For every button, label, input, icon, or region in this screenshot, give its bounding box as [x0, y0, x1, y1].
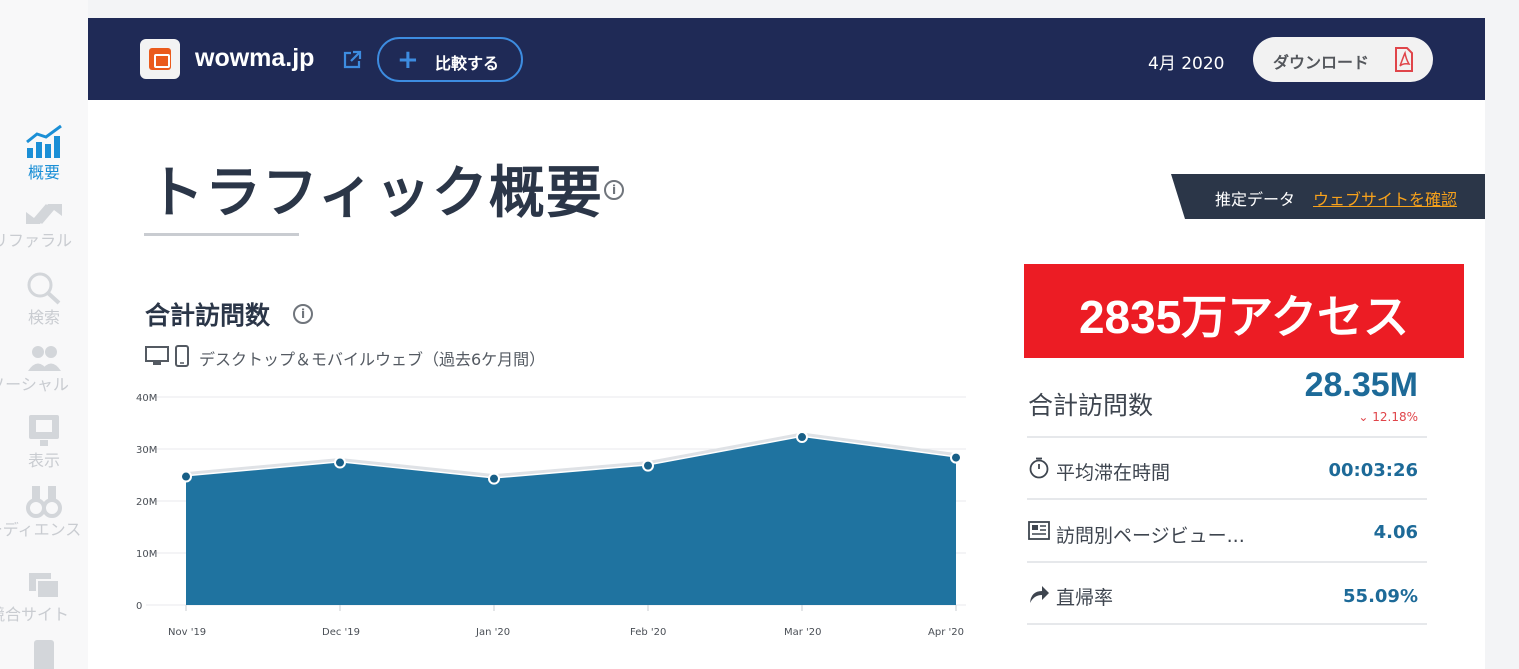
kpi-banner: 2835万アクセス [1024, 264, 1464, 358]
kpi-banner-text: 2835万アクセス [1078, 291, 1410, 343]
device-label: デスクトップ＆モバイルウェブ（過去6ケ月間） [199, 350, 546, 369]
data-point[interactable] [488, 472, 500, 485]
pdf-icon [1395, 47, 1413, 72]
y-tick-label: 0 [136, 601, 142, 612]
sidebar-item-referrals[interactable]: リファラル [0, 200, 88, 250]
date-label: 4月 2020 [1148, 54, 1225, 74]
mobile-phone-icon [175, 345, 189, 367]
download-button-label: ダウンロード [1273, 53, 1370, 72]
referral-arrows-icon [26, 204, 62, 224]
sidebar-item-label: リファラル [0, 232, 72, 250]
y-tick-label: 40M [136, 393, 157, 404]
y-tick-label: 20M [136, 497, 157, 508]
total-visits-value: 28.35M [1304, 366, 1418, 404]
data-point[interactable] [180, 470, 192, 483]
competitors-icon [29, 573, 60, 599]
estimate-banner: 推定データ ウェブサイトを確認 [1171, 174, 1485, 219]
bounce-rate-value: 55.09% [1343, 586, 1418, 607]
title-underline [144, 233, 299, 236]
x-tick-label: Apr '20 [928, 627, 964, 638]
sidebar-item-label: 概要 [27, 164, 60, 182]
x-tick-label: Nov '19 [168, 627, 206, 638]
x-tick-label: Feb '20 [630, 627, 666, 638]
sidebar-item-label: 表示 [27, 452, 60, 470]
pages-per-visit-label: 訪問別ページビュー... [1056, 525, 1245, 547]
y-tick-label: 10M [136, 549, 157, 560]
sidebar-item-label: 競合サイト [0, 606, 69, 624]
top-bar: wowma.jp + 比較する 4月 2020 ダウンロード [88, 18, 1485, 100]
stopwatch-icon [1029, 457, 1049, 479]
compare-button[interactable]: + 比較する [377, 37, 523, 82]
data-point[interactable] [642, 459, 654, 472]
verify-website-link[interactable]: ウェブサイトを確認 [1313, 186, 1457, 210]
data-point[interactable] [796, 431, 808, 444]
sidebar-item-audience[interactable]: オーディエンス [0, 484, 88, 538]
sidebar-item-label: ソーシャル [0, 376, 69, 394]
y-tick-label: 30M [136, 445, 157, 456]
x-tick-label: Dec '19 [322, 627, 360, 638]
page-title: トラフィック概要 [148, 161, 603, 226]
sidebar-item-social[interactable]: ソーシャル [0, 344, 88, 394]
sidebar-item-competitors[interactable]: 競合サイト [0, 570, 88, 624]
pageviews-icon [1028, 521, 1050, 540]
bar-chart-icon [26, 124, 62, 158]
estimate-label: 推定データ [1215, 190, 1296, 209]
total-visits-label: 合計訪問数 [1028, 391, 1154, 420]
bounce-arrow-icon [1030, 586, 1049, 603]
search-icon [27, 272, 61, 305]
divider [1027, 561, 1427, 563]
sidebar-item-label: 検索 [27, 309, 60, 327]
site-logo [140, 39, 180, 79]
divider [1027, 436, 1427, 438]
sidebar-item-search[interactable]: 検索 [0, 271, 88, 327]
sidebar-item-display[interactable]: 表示 [0, 412, 88, 470]
divider [1027, 498, 1427, 500]
external-link-icon[interactable] [342, 50, 362, 70]
download-button[interactable]: ダウンロード [1253, 37, 1433, 82]
plus-icon: + [397, 45, 419, 75]
sidebar-item-label: オーディエンス [0, 522, 82, 538]
chevron-down-icon: ⌄ [1358, 410, 1369, 424]
avg-duration-label: 平均滞在時間 [1056, 462, 1171, 484]
visits-change-value: 12.18% [1372, 410, 1418, 424]
sidebar-item-mobile[interactable] [0, 638, 88, 669]
mobile-icon [34, 640, 54, 669]
compare-button-label: 比較する [435, 54, 500, 73]
sidebar-item-overview[interactable]: 概要 [0, 124, 88, 182]
sidebar-nav: 概要 リファラル 検索 ソーシャル 表示 [0, 0, 88, 669]
visits-change: ⌄ 12.18% [1318, 410, 1418, 424]
section-title: 合計訪問数 [145, 301, 271, 330]
data-point[interactable] [950, 451, 962, 464]
main-card: トラフィック概要 i 推定データ ウェブサイトを確認 合計訪問数 i デスクトッ… [88, 100, 1485, 669]
binoculars-icon [26, 486, 62, 518]
social-people-icon [28, 346, 61, 371]
divider [1027, 623, 1427, 625]
x-tick-label: Mar '20 [784, 627, 822, 638]
display-icon [29, 415, 59, 446]
visits-area-chart: 0 10M 20M 30M 40M Nov '19 Dec '19 Jan '20 Feb '2… [136, 393, 966, 638]
x-tick-label: Jan '20 [475, 627, 510, 638]
data-point[interactable] [334, 456, 346, 469]
site-name: wowma.jp [195, 44, 315, 72]
pages-per-visit-value: 4.06 [1373, 522, 1418, 543]
info-icon[interactable]: i [604, 180, 624, 200]
desktop-icon [145, 346, 169, 365]
bounce-rate-label: 直帰率 [1056, 587, 1114, 609]
info-icon[interactable]: i [293, 304, 313, 324]
avg-duration-value: 00:03:26 [1328, 460, 1418, 481]
